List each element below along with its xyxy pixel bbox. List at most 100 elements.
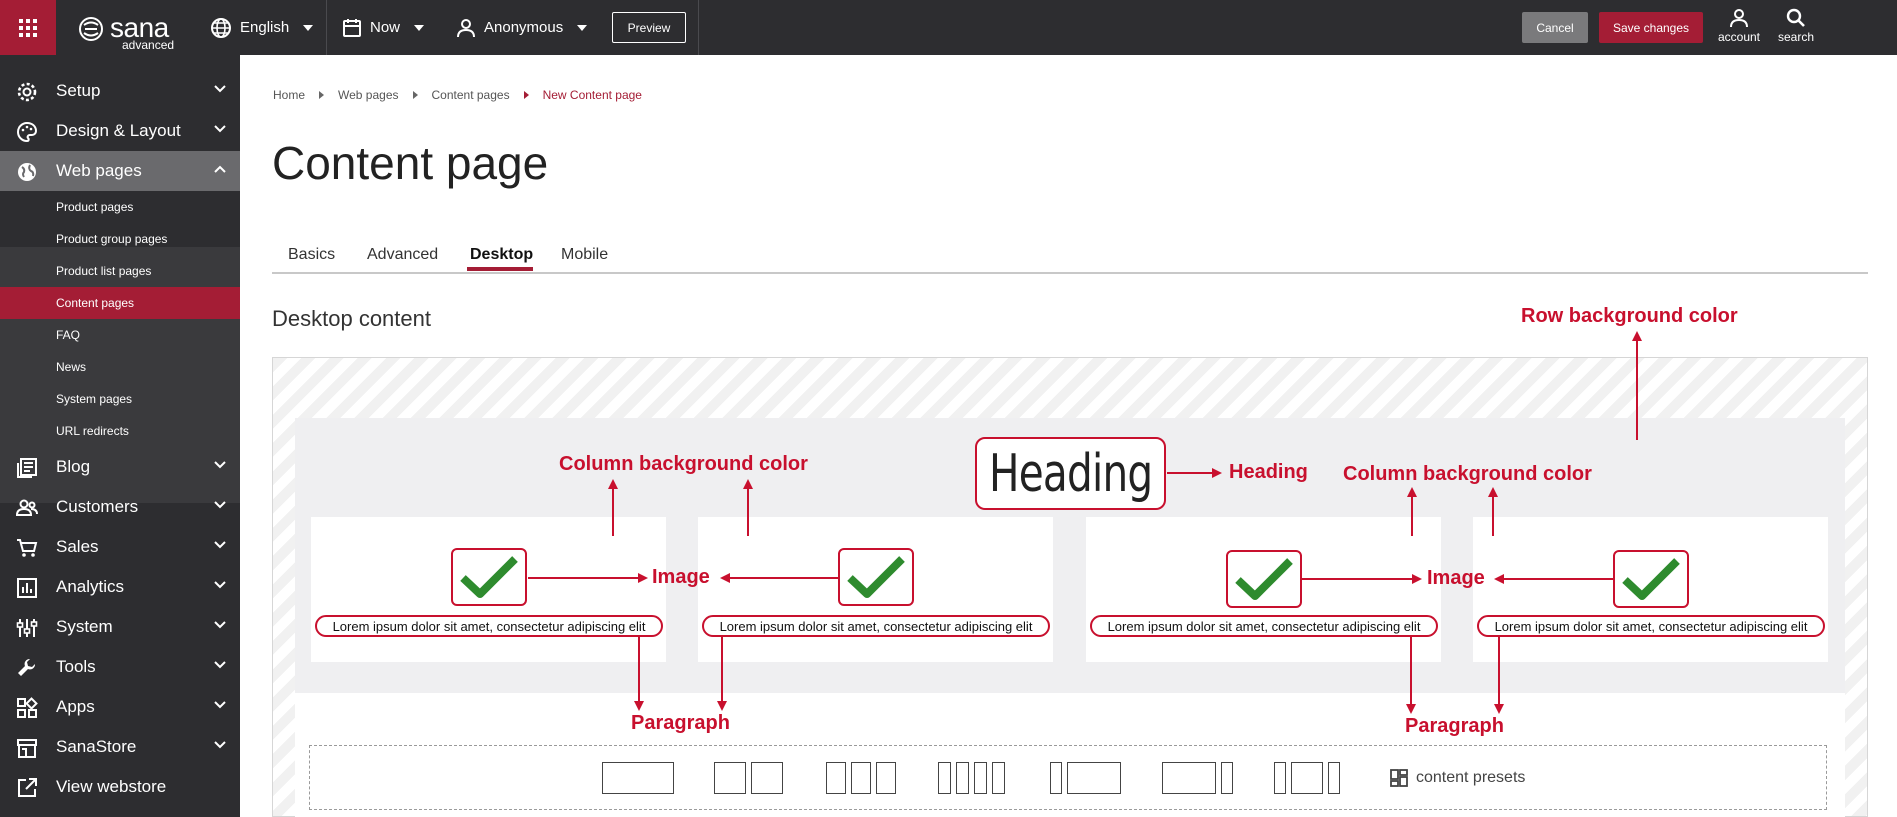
cart-icon	[17, 539, 38, 557]
date-selector[interactable]: Now	[342, 0, 425, 55]
heading-text: Heading	[988, 443, 1153, 504]
tab-mobile[interactable]: Mobile	[561, 246, 608, 264]
breadcrumb-home[interactable]: Home	[273, 88, 305, 102]
sidebar-item-blog[interactable]: Blog	[0, 447, 240, 487]
sidebar-item-label: Analytics	[56, 577, 125, 596]
preset-narrow-wide[interactable]	[1050, 762, 1121, 794]
sidebar-item-view-webstore[interactable]: View webstore	[0, 767, 240, 807]
apps-icon	[17, 697, 38, 718]
sidebar-item-label: System	[56, 617, 113, 636]
sidebar-subitem-product-group-pages[interactable]: Product group pages	[0, 223, 240, 255]
breadcrumb-current: New Content page	[542, 88, 642, 102]
account-button[interactable]: account	[1714, 8, 1764, 48]
store-icon	[17, 739, 37, 758]
sidebar-item-label: Web pages	[56, 161, 142, 180]
chevron-down-icon	[214, 581, 226, 589]
image-block[interactable]	[451, 548, 527, 606]
paragraph-block[interactable]: Lorem ipsum dolor sit amet, consectetur …	[702, 615, 1050, 637]
paragraph-block[interactable]: Lorem ipsum dolor sit amet, consectetur …	[1477, 615, 1825, 637]
save-changes-button[interactable]: Save changes	[1599, 12, 1703, 43]
account-label: account	[1717, 30, 1761, 44]
sidebar-item-label: View webstore	[56, 777, 167, 796]
preset-3-columns[interactable]	[826, 762, 896, 794]
chevron-down-icon	[214, 741, 226, 749]
annotation-paragraph: Paragraph	[1405, 715, 1504, 737]
user-selector[interactable]: Anonymous	[456, 0, 588, 55]
image-block[interactable]	[838, 548, 914, 606]
annotation-heading: Heading	[1229, 461, 1308, 483]
date-label: Now	[370, 19, 401, 36]
language-label: English	[240, 19, 290, 36]
search-label: search	[1777, 30, 1815, 44]
sidebar-subitem-product-pages[interactable]: Product pages	[0, 191, 240, 223]
apps-menu-button[interactable]	[0, 0, 56, 55]
heading-block[interactable]: Heading	[975, 437, 1166, 510]
wrench-icon	[18, 658, 36, 676]
breadcrumb-web-pages[interactable]: Web pages	[338, 88, 399, 102]
sidebar-item-analytics[interactable]: Analytics	[0, 567, 240, 607]
tab-advanced[interactable]: Advanced	[367, 246, 438, 264]
page-title: Content page	[272, 137, 549, 189]
content-presets-button[interactable]: content presets	[1390, 766, 1525, 790]
chevron-down-icon	[414, 24, 425, 31]
breadcrumb-separator-icon	[523, 91, 529, 99]
sidebar-item-system[interactable]: System	[0, 607, 240, 647]
external-link-icon	[18, 778, 37, 797]
sana-logo[interactable]: sana advanced	[78, 10, 178, 52]
cancel-button[interactable]: Cancel	[1522, 12, 1588, 43]
calendar-icon	[343, 18, 361, 37]
account-icon	[1730, 9, 1748, 28]
preview-button[interactable]: Preview	[612, 12, 686, 43]
paragraph-block[interactable]: Lorem ipsum dolor sit amet, consectetur …	[1090, 615, 1438, 637]
grid-icon	[19, 18, 37, 37]
chevron-down-icon	[214, 541, 226, 549]
sidebar-item-label: Setup	[56, 81, 101, 100]
sidebar-item-label: Customers	[56, 497, 139, 516]
preset-4-columns[interactable]	[938, 762, 1005, 794]
active-tab-indicator	[467, 267, 533, 271]
preset-1-column[interactable]	[602, 762, 674, 794]
tab-desktop[interactable]: Desktop	[470, 246, 533, 264]
customers-icon	[16, 499, 38, 516]
sidebar: Setup Design & Layout Web pages Product …	[0, 55, 240, 817]
breadcrumb: Home Web pages Content pages New Content…	[273, 88, 656, 102]
breadcrumb-separator-icon	[412, 91, 418, 99]
sidebar-item-sales[interactable]: Sales	[0, 527, 240, 567]
sidebar-subitem-url-redirects[interactable]: URL redirects	[0, 415, 240, 447]
sidebar-item-sanastore[interactable]: SanaStore	[0, 727, 240, 767]
sidebar-item-web-pages[interactable]: Web pages	[0, 151, 240, 191]
sidebar-item-setup[interactable]: Setup	[0, 71, 240, 111]
sidebar-subitem-system-pages[interactable]: System pages	[0, 383, 240, 415]
user-label: Anonymous	[484, 19, 564, 36]
palette-icon	[17, 121, 38, 143]
annotation-paragraph: Paragraph	[631, 712, 730, 734]
tab-basics[interactable]: Basics	[288, 246, 335, 264]
image-block[interactable]	[1613, 550, 1689, 608]
chevron-down-icon	[214, 661, 226, 669]
divider	[326, 0, 327, 55]
sidebar-item-design-layout[interactable]: Design & Layout	[0, 111, 240, 151]
breadcrumb-content-pages[interactable]: Content pages	[432, 88, 510, 102]
sidebar-subitem-faq[interactable]: FAQ	[0, 319, 240, 351]
sidebar-item-customers[interactable]: Customers	[0, 487, 240, 527]
sidebar-item-apps[interactable]: Apps	[0, 687, 240, 727]
chevron-down-icon	[214, 501, 226, 509]
annotation-column-background: Column background color	[559, 453, 808, 475]
image-block[interactable]	[1226, 550, 1302, 608]
preset-2-columns[interactable]	[714, 762, 783, 794]
sidebar-subitem-content-pages[interactable]: Content pages	[0, 287, 240, 319]
preset-wide-narrow[interactable]	[1162, 762, 1233, 794]
checkmark-icon	[1235, 558, 1293, 600]
search-button[interactable]: search	[1771, 8, 1821, 48]
language-selector[interactable]: English	[210, 0, 314, 55]
blog-icon	[17, 458, 37, 478]
sidebar-item-tools[interactable]: Tools	[0, 647, 240, 687]
paragraph-block[interactable]: Lorem ipsum dolor sit amet, consectetur …	[315, 615, 663, 637]
globe-icon	[211, 17, 231, 38]
preset-narrow-wide-narrow[interactable]	[1274, 762, 1340, 794]
checkmark-icon	[1622, 558, 1680, 600]
sidebar-subitem-news[interactable]: News	[0, 351, 240, 383]
sidebar-item-label: Tools	[56, 657, 96, 676]
sidebar-subitem-product-list-pages[interactable]: Product list pages	[0, 255, 240, 287]
dashboard-icon	[1390, 769, 1408, 787]
